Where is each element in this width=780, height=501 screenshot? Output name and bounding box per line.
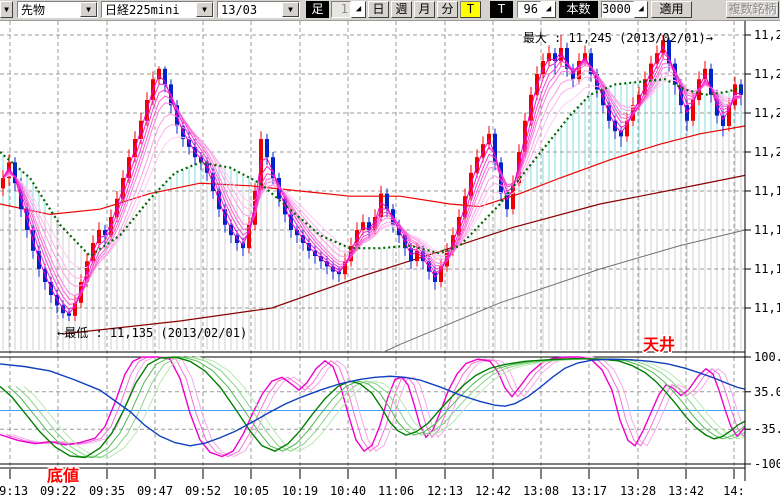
oscillator-axis-label: 35.00 [754, 385, 780, 399]
time-axis-label: 12:13 [427, 484, 463, 498]
toolbar: ▼ 先物 ▼ 日経225mini ▼ 13/03 ▼ 足 1 ◢ 日 週 月 分… [0, 0, 780, 21]
period-tick-button[interactable]: T [460, 1, 481, 18]
ema-ribbon-line [3, 59, 741, 305]
price-axis-label: 11,200 [754, 145, 780, 159]
tick-count-input[interactable]: 96 [517, 1, 541, 18]
down-candle [265, 139, 269, 157]
tick-unit-label: T [490, 1, 513, 18]
rci-short-line [0, 357, 745, 457]
time-axis-label: 10:19 [282, 484, 318, 498]
time-axis-label: 09:47 [137, 484, 173, 498]
contract-month-select[interactable]: 13/03 ▼ [217, 1, 300, 18]
price-axis-label: 11,215 [754, 106, 780, 120]
up-candle [625, 121, 629, 137]
spin-icon[interactable]: ◢ [351, 1, 366, 18]
price-axis-label: 11,185 [754, 184, 780, 198]
tick-count-stepper[interactable]: 96 ◢ [517, 1, 556, 18]
oscillator-axis-label: 100.00 [754, 350, 780, 364]
chart-window: { "toolbar": { "mini_dropdown_icon": "▼"… [0, 0, 780, 501]
oscillator-layer [0, 357, 769, 458]
time-axis-label: 12:42 [475, 484, 511, 498]
time-axis-label: 09:52 [185, 484, 221, 498]
ema-ribbon-line [3, 65, 741, 296]
instrument-select[interactable]: 先物 ▼ [17, 1, 98, 18]
interval-input[interactable]: 1 [331, 1, 351, 18]
candlestick-layer [1, 35, 743, 321]
ema-ribbon-line [3, 80, 741, 268]
time-axis-label: 13:28 [620, 484, 656, 498]
ema-ribbon-line [3, 53, 741, 310]
price-axis-label: 11,170 [754, 223, 780, 237]
up-candle [1, 178, 5, 188]
symbol-select[interactable]: 日経225mini ▼ [101, 1, 214, 18]
chevron-down-icon[interactable]: ▼ [80, 2, 97, 17]
rci-short-echo-line [6, 357, 751, 457]
multi-symbol-button[interactable]: 複数銘柄 [726, 1, 779, 18]
apply-button[interactable]: 適用 [651, 1, 692, 18]
time-axis-label: 13:08 [523, 484, 559, 498]
time-axis-label: 11:06 [378, 484, 414, 498]
spin-icon[interactable]: ◢ [634, 1, 648, 18]
chart-canvas[interactable]: 11,245 11,230 11,215 11,200 11,185 11,170 11,1… [0, 0, 780, 501]
time-axis-label: 10:05 [233, 484, 269, 498]
bar-type-label: 足 [306, 1, 329, 18]
period-day-button[interactable]: 日 [368, 1, 389, 18]
up-candle [547, 53, 551, 61]
price-axis-label: 11,155 [754, 262, 780, 276]
ma-long-maroon-line [62, 175, 745, 334]
time-axis-label: 09:13 [0, 484, 28, 498]
time-axis-label: 13:42 [668, 484, 704, 498]
bar-count-input[interactable]: 3000 [601, 1, 634, 18]
symbol-value: 日経225mini [102, 1, 196, 18]
down-candle [739, 84, 743, 94]
period-month-button[interactable]: 月 [414, 1, 435, 18]
time-axis-label: 09:22 [40, 484, 76, 498]
bar-count-stepper[interactable]: 3000 ◢ [601, 1, 648, 18]
chevron-down-icon[interactable]: ▼ [196, 2, 213, 17]
price-axis-label: 11,140 [754, 301, 780, 315]
time-axis-label: 14: [723, 484, 745, 498]
bar-count-label: 本数 [559, 1, 598, 18]
contract-month-value: 13/03 [218, 3, 282, 17]
period-minute-button[interactable]: 分 [437, 1, 458, 18]
oscillator-axis-label: -100.00 [754, 457, 780, 471]
price-axis-label: 11,245 [754, 28, 780, 42]
ema-ribbon-line [3, 63, 741, 300]
ema-ribbon-line [3, 75, 741, 278]
spin-icon[interactable]: ◢ [541, 1, 556, 18]
ema-ribbon-line [3, 71, 741, 287]
chevron-down-icon[interactable]: ▼ [282, 2, 299, 17]
interval-stepper[interactable]: 1 ◢ [331, 1, 366, 18]
time-axis-label: 13:17 [571, 484, 607, 498]
up-candle [73, 303, 77, 316]
period-week-button[interactable]: 週 [391, 1, 412, 18]
time-axis-label: 09:35 [89, 484, 125, 498]
up-candle [733, 84, 737, 105]
time-axis-label: 10:40 [330, 484, 366, 498]
leftmost-dropdown-button[interactable]: ▼ [0, 1, 13, 18]
instrument-value: 先物 [18, 1, 80, 18]
oscillator-axis-label: -35.00 [754, 422, 780, 436]
price-axis-label: 11,230 [754, 67, 780, 81]
